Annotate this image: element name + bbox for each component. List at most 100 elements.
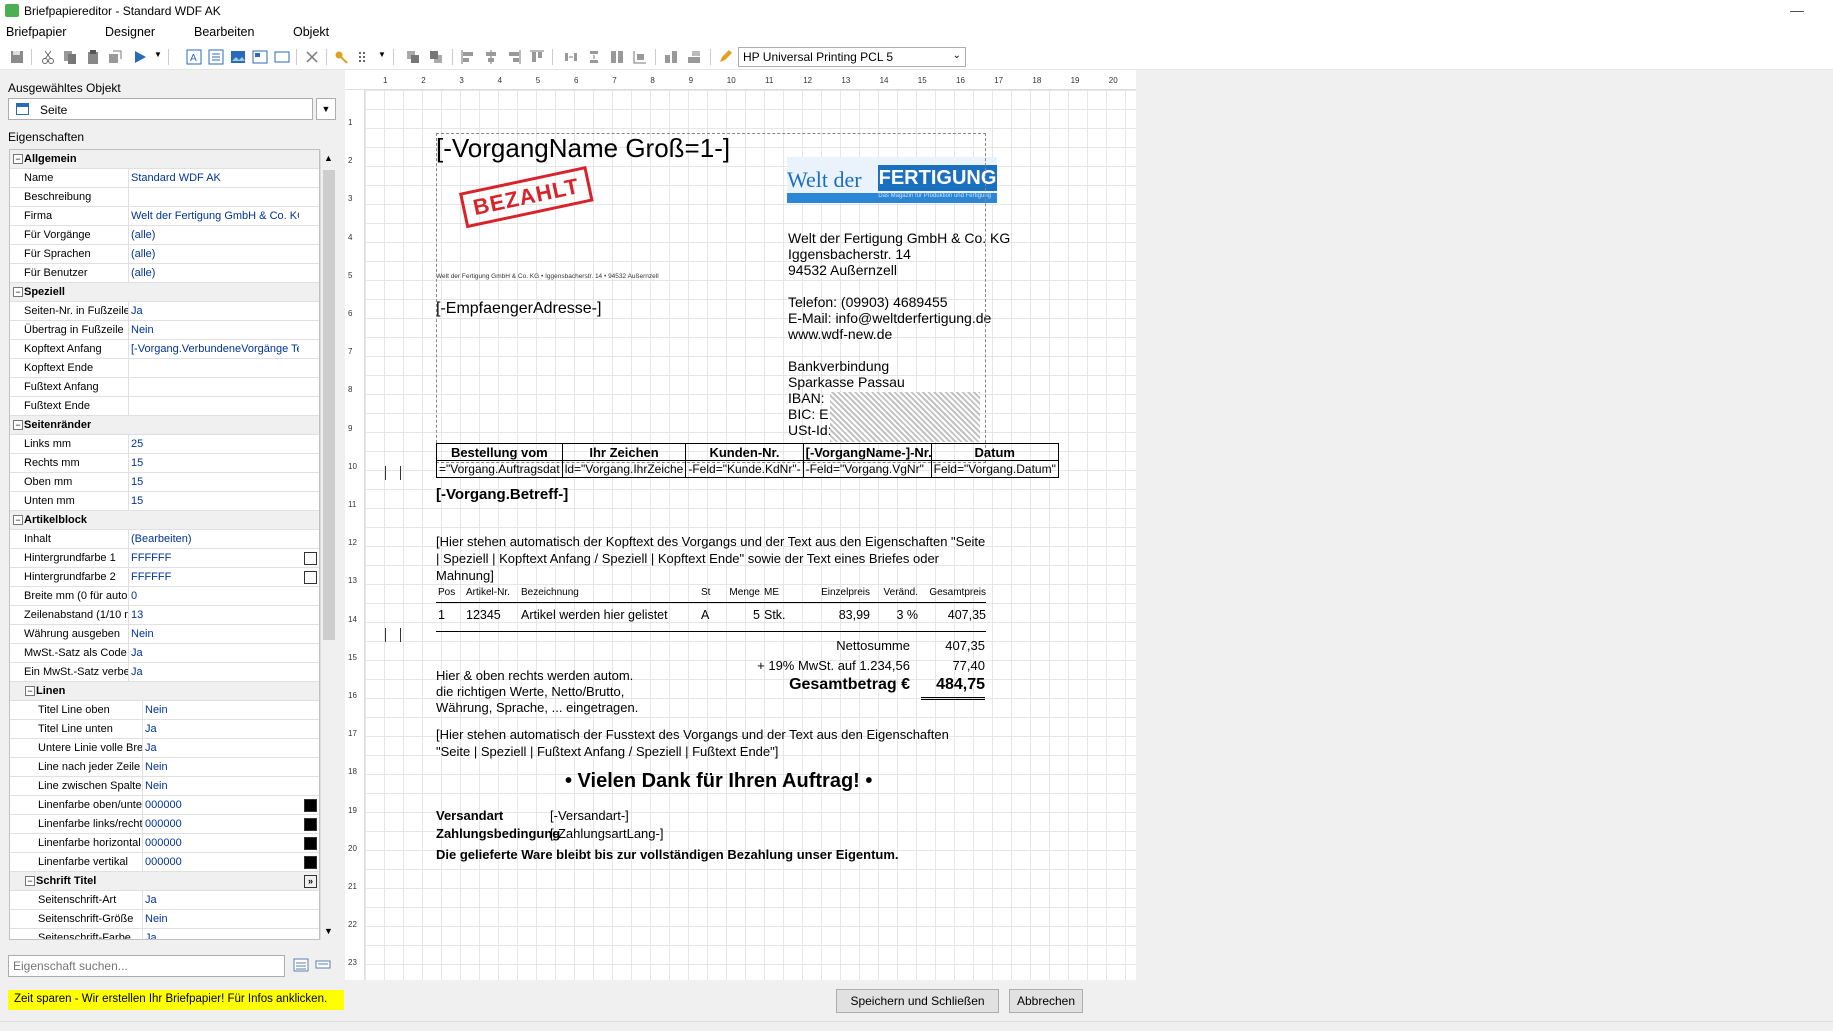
menu-objekt[interactable]: Objekt xyxy=(293,25,329,39)
property-value[interactable]: Ja xyxy=(145,929,299,939)
property-row[interactable]: Linenfarbe oben/unten 000000 xyxy=(10,796,319,815)
header-value[interactable]: -Feld="Vorgang.VgNr" xyxy=(802,460,932,478)
header-col[interactable]: Ihr Zeichen xyxy=(561,443,687,461)
same-width-icon[interactable] xyxy=(663,49,679,65)
property-value[interactable] xyxy=(131,188,299,207)
color-swatch[interactable] xyxy=(304,837,317,850)
sender-line[interactable]: Welt der Fertigung GmbH & Co. KG • Iggen… xyxy=(436,273,659,280)
color-swatch[interactable] xyxy=(304,552,317,565)
property-value[interactable]: Nein xyxy=(131,625,299,644)
rectangle-object-icon[interactable] xyxy=(274,49,290,65)
property-search-input[interactable] xyxy=(8,955,285,977)
property-value[interactable]: Nein xyxy=(145,758,299,777)
property-row[interactable]: Unten mm 15 xyxy=(10,492,319,511)
property-value[interactable]: 000000 xyxy=(145,815,299,834)
selected-object-dropdown-button[interactable]: ▼ xyxy=(316,98,336,120)
align-left-icon[interactable] xyxy=(460,49,476,65)
net-total-label[interactable]: Nettosumme xyxy=(784,638,910,653)
property-value[interactable]: Ja xyxy=(131,302,299,321)
property-value[interactable]: Ja xyxy=(145,720,299,739)
property-value[interactable]: Ja xyxy=(131,663,299,682)
property-row[interactable]: Linenfarbe links/rechts 000000 xyxy=(10,815,319,834)
property-row[interactable]: Breite mm (0 für autom.)0 xyxy=(10,587,319,606)
grid-icon[interactable] xyxy=(356,49,372,65)
property-value[interactable]: 15 xyxy=(131,473,299,492)
property-value[interactable]: 13 xyxy=(131,606,299,625)
collapse-icon[interactable]: − xyxy=(25,876,35,886)
save-and-close-button[interactable]: Speichern und Schließen xyxy=(836,989,999,1013)
item-cell[interactable]: Artikel werden hier gelistet xyxy=(521,608,696,622)
vat-value[interactable]: 77,40 xyxy=(920,658,985,673)
company-logo[interactable]: Welt der FERTIGUNG Das Magazin für Produ… xyxy=(787,157,997,203)
send-back-icon[interactable] xyxy=(428,49,444,65)
order-header-table[interactable]: Bestellung vom Ihr Zeichen Kunden-Nr. [-Vor… xyxy=(436,443,1059,478)
key-icon[interactable] xyxy=(334,49,350,65)
property-row[interactable]: Seitenschrift-Größe Nein xyxy=(10,910,319,929)
property-row[interactable]: Titel Line unten Ja xyxy=(10,720,319,739)
property-value[interactable] xyxy=(131,378,299,397)
item-row[interactable]: 1 12345 Artikel werden hier gelistet A 5 Stk.… xyxy=(436,606,986,626)
property-row[interactable]: Line zwischen Spalten Nein xyxy=(10,777,319,796)
property-value[interactable]: (alle) xyxy=(131,245,299,264)
same-size-icon[interactable] xyxy=(609,49,625,65)
collapse-icon[interactable]: − xyxy=(13,515,23,525)
property-row[interactable]: Fußtext Anfang xyxy=(10,378,319,397)
distribute-h-icon[interactable] xyxy=(563,49,579,65)
property-row[interactable]: Währung ausgeben Nein xyxy=(10,625,319,644)
item-cell[interactable]: A xyxy=(701,608,721,622)
property-row[interactable]: Übertrag in Fußzeile Nein xyxy=(10,321,319,340)
net-total-value[interactable]: 407,35 xyxy=(920,638,985,653)
property-row[interactable]: Für Sprachen (alle) xyxy=(10,245,319,264)
item-cell[interactable]: 407,35 xyxy=(924,608,986,622)
property-row[interactable]: Für Benutzer (alle) xyxy=(10,264,319,283)
header-col[interactable]: Datum xyxy=(930,443,1059,461)
property-row[interactable]: Line nach jeder Zeile Nein xyxy=(10,758,319,777)
property-row[interactable]: Fußtext Ende xyxy=(10,397,319,416)
item-col-header[interactable]: Artikel-Nr. xyxy=(466,587,518,598)
property-category[interactable]: − Artikelblock xyxy=(10,511,319,530)
font-dialog-icon[interactable]: » xyxy=(304,875,317,888)
property-row[interactable]: Kopftext Anfang [-Vorgang.VerbundeneVorgä… xyxy=(10,340,319,359)
property-value[interactable]: Nein xyxy=(131,321,299,340)
align-top-icon[interactable] xyxy=(529,49,545,65)
property-row[interactable]: Seitenschrift-Farbe Ja xyxy=(10,929,319,939)
property-row[interactable]: Seiten-Nr. in Fußzeile Ja xyxy=(10,302,319,321)
property-row[interactable]: Rechts mm 15 xyxy=(10,454,319,473)
property-value[interactable]: 0 xyxy=(131,587,299,606)
recipient-address[interactable]: [-EmpfaengerAdresse-] xyxy=(436,300,601,318)
property-value[interactable]: Welt der Fertigung GmbH & Co. KG xyxy=(131,207,299,226)
color-swatch[interactable] xyxy=(304,799,317,812)
scroll-down-icon[interactable]: ▼ xyxy=(324,926,333,936)
property-row[interactable]: Inhalt (Bearbeiten) xyxy=(10,530,319,549)
ownership-note[interactable]: Die gelieferte Ware bleibt bis zur volls… xyxy=(436,847,899,862)
header-col[interactable]: [-VorgangName-]-Nr. xyxy=(802,443,932,461)
item-cell[interactable]: 5 xyxy=(726,608,760,622)
payment-terms-value[interactable]: [-ZahlungsartLang-] xyxy=(550,826,663,841)
paid-stamp[interactable]: BEZAHLT xyxy=(459,165,594,229)
thank-you-text[interactable]: • Vielen Dank für Ihren Auftrag! • xyxy=(565,770,872,793)
header-value[interactable]: -Feld="Kunde.KdNr"- xyxy=(685,460,804,478)
collapse-icon[interactable]: − xyxy=(25,686,35,696)
grand-total-value[interactable]: 484,75 xyxy=(920,676,985,694)
grand-total-label[interactable]: Gesamtbetrag € xyxy=(745,676,910,694)
property-row[interactable]: Linenfarbe vertikal 000000 xyxy=(10,853,319,872)
item-col-header[interactable]: Pos xyxy=(438,587,464,598)
section-marker[interactable] xyxy=(385,628,401,642)
property-value[interactable]: Nein xyxy=(145,910,299,929)
header-value[interactable]: ="Vorgang.Auftragsdat xyxy=(436,460,563,478)
header-text[interactable]: [Hier stehen automatisch der Kopftext de… xyxy=(436,533,986,584)
align-center-icon[interactable] xyxy=(483,49,499,65)
property-value[interactable]: 15 xyxy=(131,454,299,473)
totals-note[interactable]: Hier & oben rechts werden autom. die rich… xyxy=(436,668,638,716)
property-value[interactable]: 000000 xyxy=(145,834,299,853)
image-object-icon[interactable] xyxy=(230,49,246,65)
bring-front-icon[interactable] xyxy=(405,49,421,65)
text-object-icon[interactable]: A xyxy=(186,49,202,65)
item-col-header[interactable]: Veränd. xyxy=(878,587,918,598)
alphabetical-view-icon[interactable] xyxy=(315,957,331,973)
item-header-row[interactable]: Pos Artikel-Nr. Bezeichnung St Menge ME Einzel… xyxy=(436,583,986,603)
property-value[interactable]: (alle) xyxy=(131,264,299,283)
section-marker[interactable] xyxy=(385,466,401,480)
categorized-view-icon[interactable] xyxy=(293,957,309,973)
selected-object-select[interactable]: Seite xyxy=(8,98,313,120)
